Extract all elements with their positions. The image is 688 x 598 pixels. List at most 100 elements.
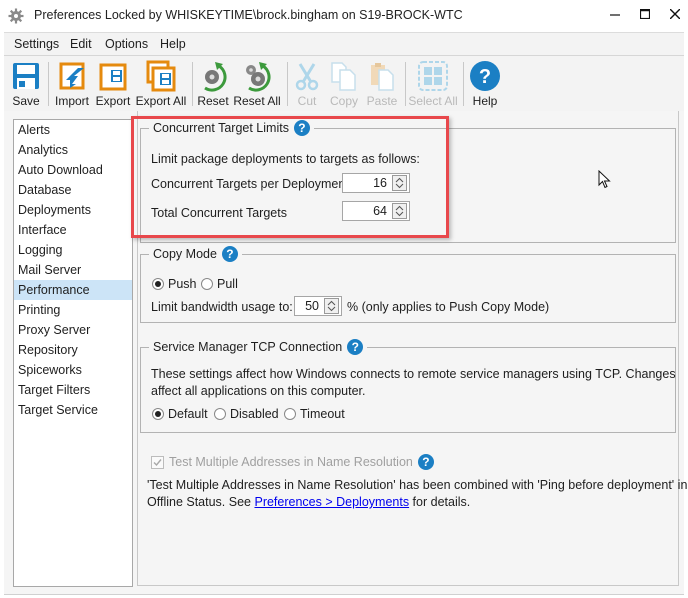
checkbox-label: Test Multiple Addresses in Name Resoluti…: [169, 455, 413, 469]
paste-icon: [371, 63, 394, 91]
radio-selected-icon: [152, 278, 164, 290]
sidebar-item-mail-server[interactable]: Mail Server: [14, 260, 132, 280]
menu-help[interactable]: Help: [160, 37, 186, 51]
pull-label: Pull: [217, 277, 238, 291]
close-button[interactable]: [660, 0, 688, 28]
sidebar-item-spiceworks[interactable]: Spiceworks: [14, 360, 132, 380]
minimize-icon: [610, 14, 620, 16]
reset-button[interactable]: Reset: [196, 56, 230, 111]
help-icon[interactable]: ?: [347, 339, 364, 355]
timeout-radio[interactable]: Timeout: [284, 407, 345, 421]
sidebar-item-interface[interactable]: Interface: [14, 220, 132, 240]
reset-all-icon: [246, 62, 271, 92]
push-radio[interactable]: Push: [152, 277, 197, 291]
gear-icon: [8, 8, 24, 24]
bandwidth-suffix: % (only applies to Push Copy Mode): [347, 300, 550, 314]
select-all-icon: [418, 61, 448, 91]
reset-all-button[interactable]: Reset All: [232, 56, 282, 111]
push-label: Push: [168, 277, 197, 291]
menu-settings[interactable]: Settings: [14, 37, 59, 51]
save-label: Save: [12, 94, 40, 108]
scissors-icon: [295, 63, 319, 91]
pull-radio[interactable]: Pull: [201, 277, 238, 291]
sidebar-item-performance[interactable]: Performance: [14, 280, 132, 300]
reset-label: Reset: [197, 94, 229, 108]
copy-button[interactable]: Copy: [326, 56, 362, 111]
select-all-button[interactable]: Select All: [408, 56, 458, 111]
sidebar-item-logging[interactable]: Logging: [14, 240, 132, 260]
name-resolution-note-line1: 'Test Multiple Addresses in Name Resolut…: [147, 478, 688, 492]
tcp-description-line1: These settings affect how Windows connec…: [151, 367, 676, 381]
export-all-label: Export All: [135, 94, 187, 108]
import-button[interactable]: Import: [52, 56, 92, 111]
up-down-arrows-icon[interactable]: [324, 298, 339, 314]
sidebar-item-printing[interactable]: Printing: [14, 300, 132, 320]
copy-label: Copy: [329, 94, 358, 108]
toolbar-separator: [287, 62, 288, 106]
menu-edit[interactable]: Edit: [70, 37, 92, 51]
bandwidth-spinner[interactable]: 50: [294, 296, 342, 316]
paste-label: Paste: [366, 94, 398, 108]
radio-unselected-icon: [284, 408, 296, 420]
help-label: Help: [472, 94, 498, 108]
copy-mode-legend-text: Copy Mode: [153, 247, 217, 261]
group-legend: Service Manager TCP Connection ?: [149, 339, 368, 355]
close-icon: [670, 9, 680, 19]
maximize-button[interactable]: [630, 0, 660, 28]
sidebar-item-target-filters[interactable]: Target Filters: [14, 380, 132, 400]
disabled-radio[interactable]: Disabled: [214, 407, 279, 421]
sidebar-item-auto-download[interactable]: Auto Download: [14, 160, 132, 180]
note-prefix: Offline Status. See: [147, 495, 255, 509]
sidebar-item-deployments[interactable]: Deployments: [14, 200, 132, 220]
sidebar-item-alerts[interactable]: Alerts: [14, 120, 132, 140]
export-icon: [99, 63, 127, 91]
toolbar-separator: [405, 62, 406, 106]
default-label: Default: [168, 407, 208, 421]
radio-unselected-icon: [214, 408, 226, 420]
toolbar-separator: [48, 62, 49, 106]
import-icon: [59, 62, 85, 90]
menu-options[interactable]: Options: [105, 37, 148, 51]
sidebar-item-proxy-server[interactable]: Proxy Server: [14, 320, 132, 340]
radio-selected-icon: [152, 408, 164, 420]
help-icon[interactable]: ?: [417, 454, 434, 470]
export-button[interactable]: Export: [94, 56, 132, 111]
export-all-icon: [146, 60, 176, 92]
cut-label: Cut: [297, 94, 317, 108]
save-button[interactable]: Save: [8, 56, 44, 111]
toolbar: Save Import Export Export All Reset Rese…: [4, 55, 684, 112]
cut-button[interactable]: Cut: [292, 56, 322, 111]
toolbar-separator: [192, 62, 193, 106]
timeout-label: Timeout: [300, 407, 345, 421]
paste-button[interactable]: Paste: [364, 56, 400, 111]
sidebar-item-target-service[interactable]: Target Service: [14, 400, 132, 420]
bandwidth-label: Limit bandwidth usage to:: [151, 300, 293, 314]
disabled-label: Disabled: [230, 407, 279, 421]
checkbox-checked-icon: [151, 455, 164, 469]
minimize-button[interactable]: [600, 0, 630, 28]
export-all-button[interactable]: Export All: [134, 56, 188, 111]
window-title: Preferences Locked by WHISKEYTIME\brock.…: [34, 8, 463, 22]
tcp-legend-text: Service Manager TCP Connection: [153, 340, 343, 354]
radio-unselected-icon: [201, 278, 213, 290]
export-label: Export: [95, 94, 131, 108]
import-label: Import: [54, 94, 89, 108]
select-all-label: Select All: [408, 94, 458, 108]
preferences-category-list: Alerts Analytics Auto Download Database …: [13, 119, 133, 587]
test-multiple-addresses-checkbox[interactable]: Test Multiple Addresses in Name Resoluti…: [151, 454, 434, 470]
reset-icon: [204, 62, 227, 92]
help-icon[interactable]: ?: [221, 246, 238, 262]
svg-text:?: ?: [479, 66, 491, 88]
default-radio[interactable]: Default: [152, 407, 208, 421]
tcp-description-line2: affect all applications on this computer…: [151, 384, 366, 398]
menu-bar: Settings Edit Options Help: [4, 32, 684, 55]
sidebar-item-repository[interactable]: Repository: [14, 340, 132, 360]
sidebar-item-database[interactable]: Database: [14, 180, 132, 200]
preferences-deployments-link[interactable]: Preferences > Deployments: [254, 495, 409, 509]
mouse-cursor-icon: [598, 170, 611, 189]
annotation-highlight-box: [131, 116, 449, 238]
toolbar-separator: [463, 62, 464, 106]
sidebar-item-analytics[interactable]: Analytics: [14, 140, 132, 160]
title-bar: Preferences Locked by WHISKEYTIME\brock.…: [0, 0, 688, 32]
help-button[interactable]: ? Help: [468, 56, 502, 111]
